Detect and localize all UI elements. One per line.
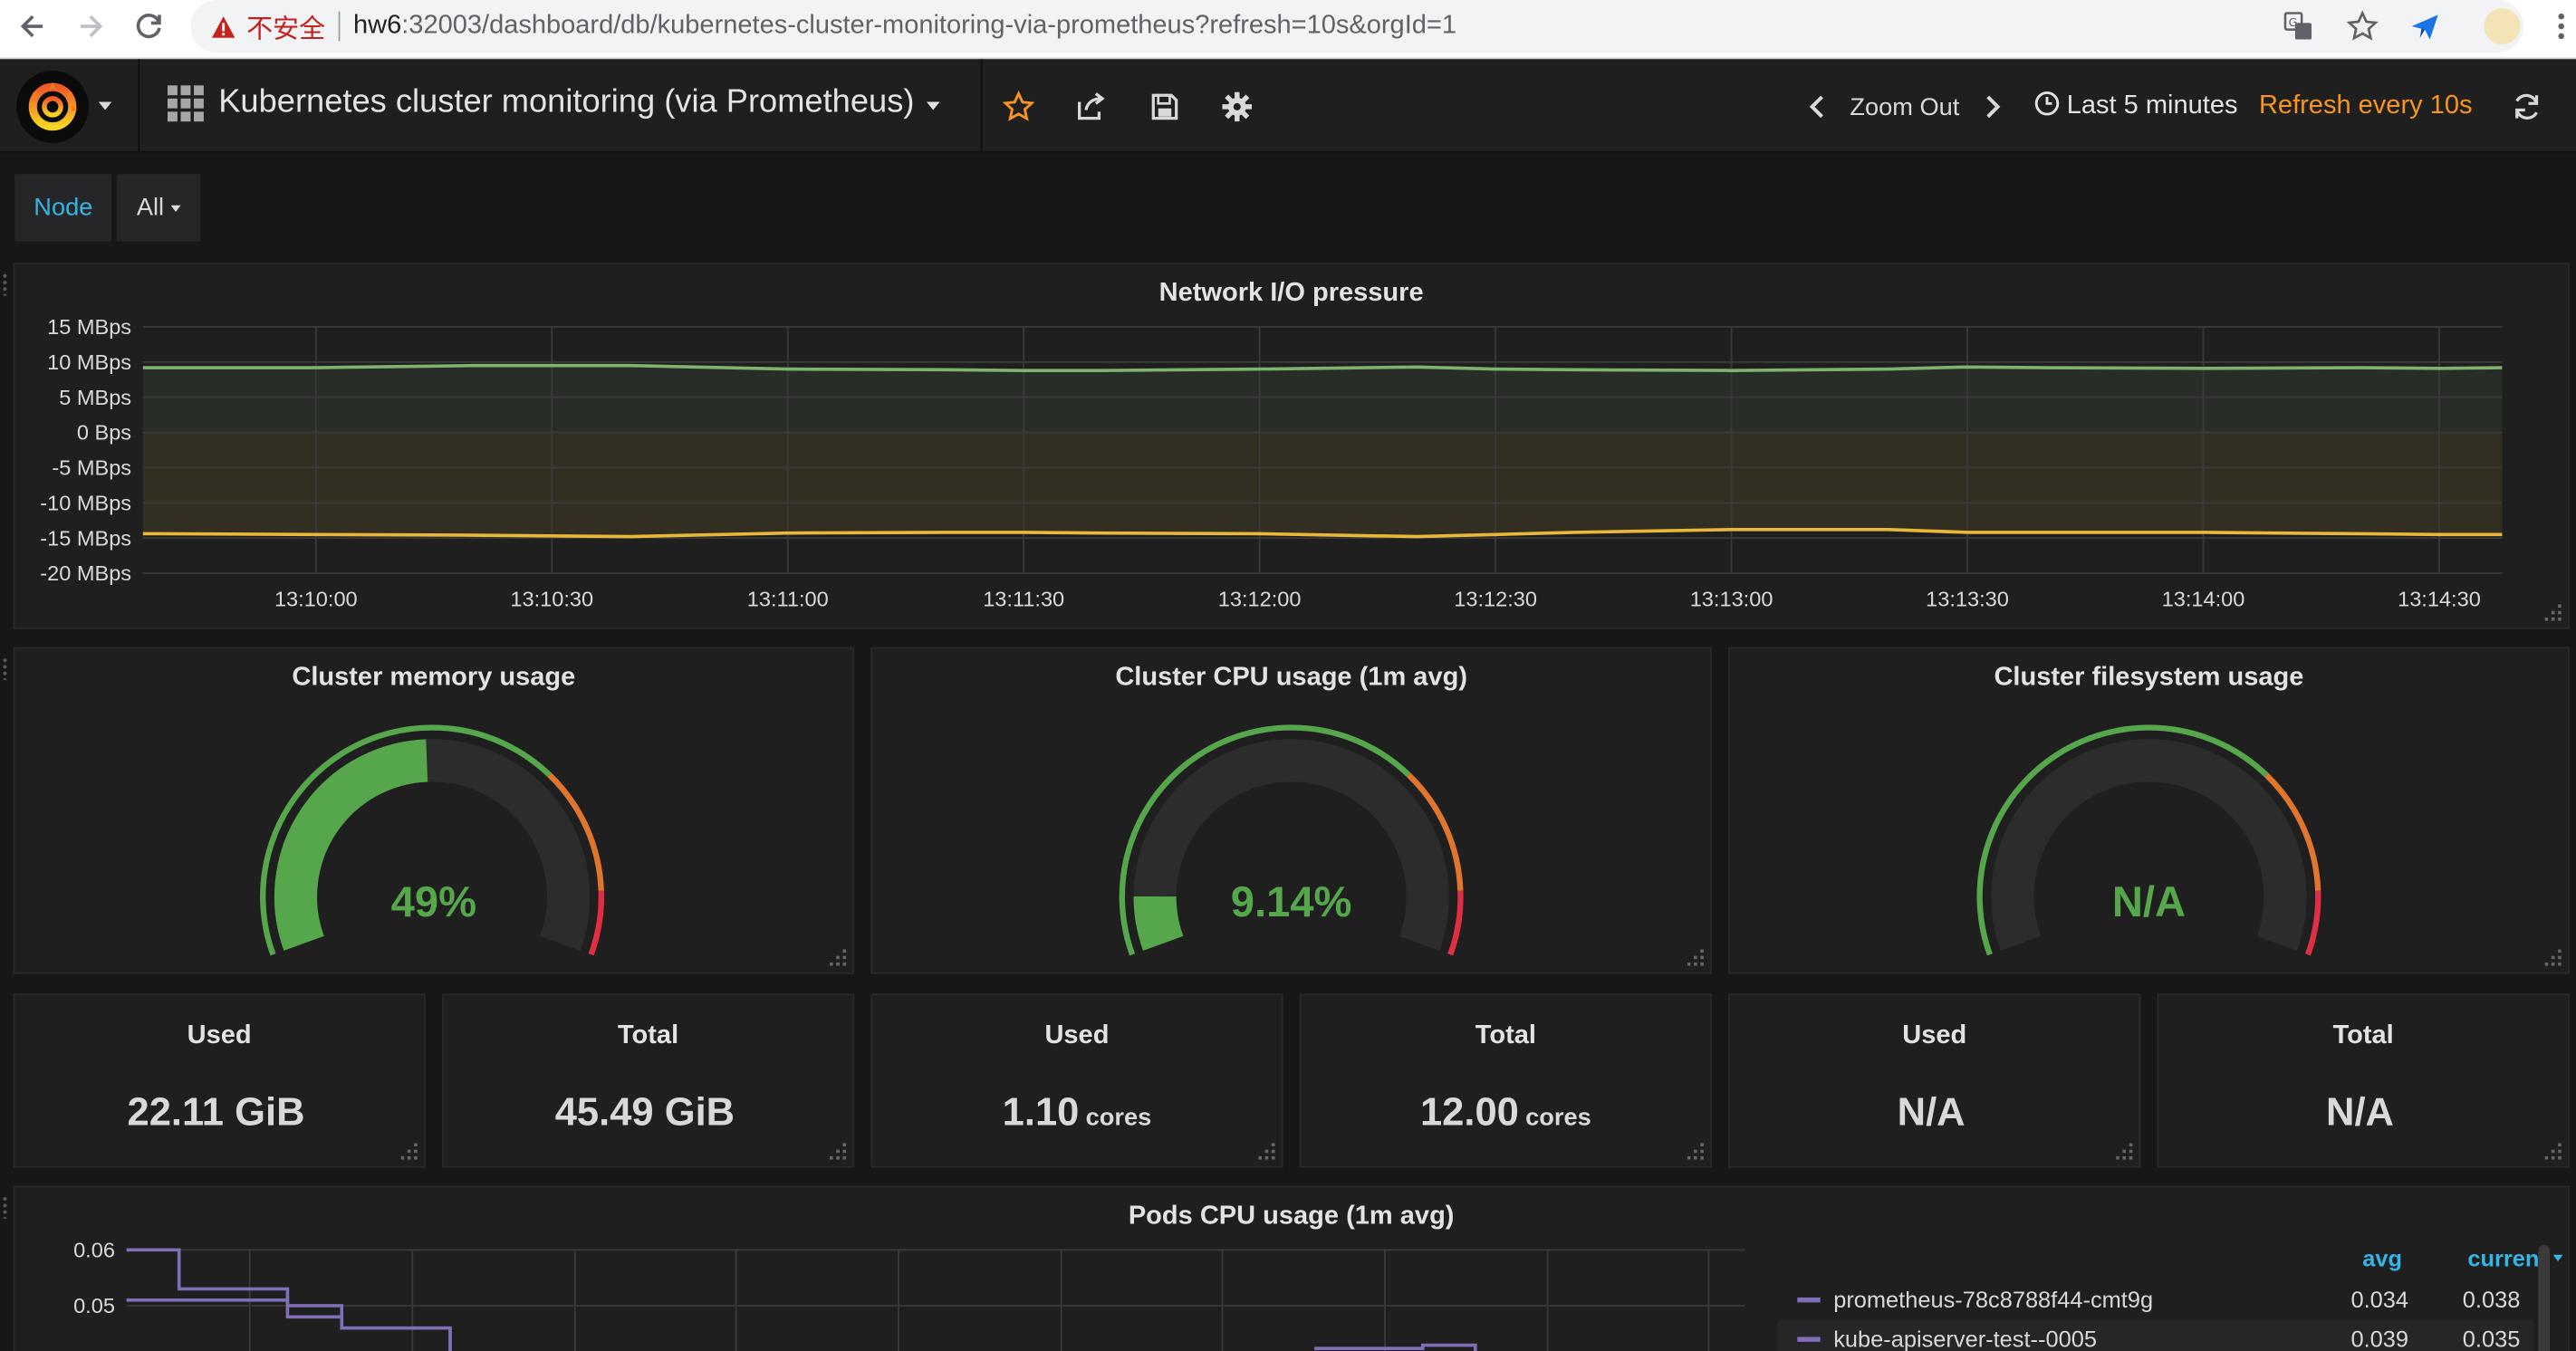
series-swatch [1797, 1297, 1821, 1303]
y-tick-label: 0.05 [73, 1294, 115, 1317]
series-avg: 0.039 [2350, 1325, 2409, 1351]
legend-avg-header[interactable]: avg [2362, 1245, 2402, 1271]
series-current: 0.038 [2462, 1286, 2521, 1313]
sort-caret-icon [2553, 1254, 2563, 1261]
series-avg: 0.034 [2350, 1286, 2409, 1313]
series-line [126, 1298, 452, 1351]
legend-scrollbar[interactable] [2538, 1244, 2551, 1351]
series-swatch [1797, 1337, 1821, 1342]
series-line [1314, 1343, 1477, 1351]
legend-row[interactable]: prometheus-78c8788f44-cmt9g 0.034 0.038 [1778, 1281, 2533, 1317]
browser-window: 不安全 hw6:32003/dashboard/db/kubernetes-cl… [0, 0, 2576, 1351]
series-name: kube-apiserver-test--0005 [1833, 1325, 2097, 1351]
legend-current-label: current [2467, 1244, 2547, 1271]
y-tick-label: 0.06 [73, 1238, 115, 1261]
legend-row[interactable]: kube-apiserver-test--0005 0.039 0.035 [1777, 1320, 2533, 1351]
series-current: 0.035 [2462, 1325, 2521, 1351]
series-name: prometheus-78c8788f44-cmt9g [1833, 1286, 2154, 1313]
pods-cpu-chart[interactable]: 0.06 0.05 [0, 0, 2576, 1351]
